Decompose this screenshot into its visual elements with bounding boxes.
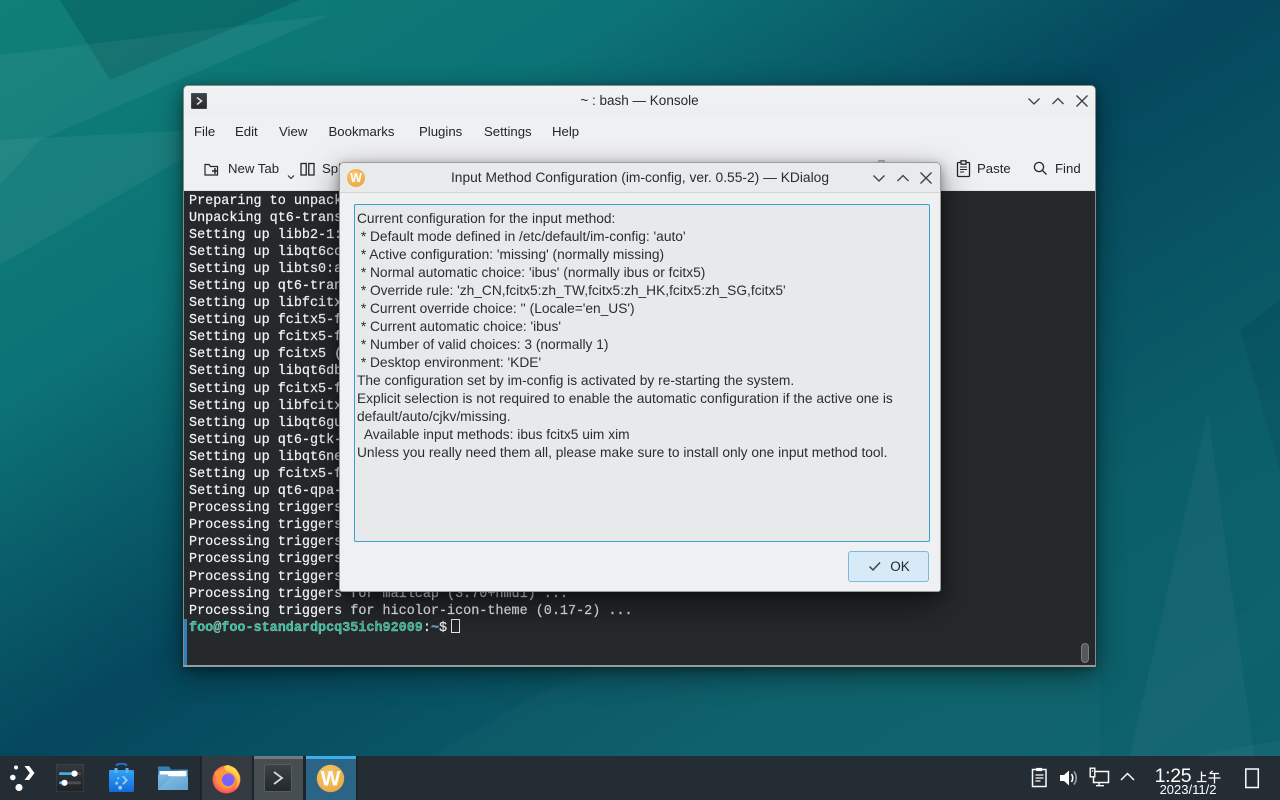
svg-text:W: W: [321, 767, 341, 790]
